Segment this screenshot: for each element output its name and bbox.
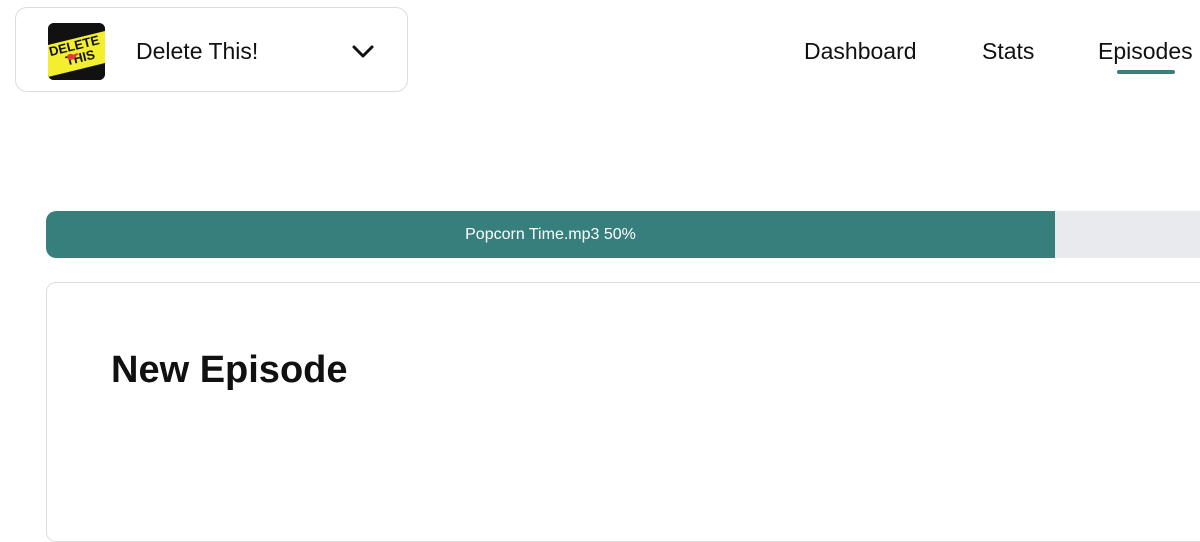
- podcast-name: Delete This!: [136, 38, 259, 64]
- upload-progress-label: Popcorn Time.mp3 50%: [465, 226, 636, 243]
- nav-dashboard[interactable]: Dashboard: [804, 36, 917, 66]
- nav-stats[interactable]: Stats: [982, 36, 1034, 66]
- podcast-selector[interactable]: DELETE THIS Delete This!: [15, 7, 408, 92]
- chevron-down-icon[interactable]: [349, 38, 377, 66]
- page-title: New Episode: [111, 349, 348, 391]
- active-tab-indicator: [1117, 70, 1175, 74]
- episode-form-card: New Episode: [46, 282, 1200, 542]
- upload-progress-bar: Popcorn Time.mp3 50%: [46, 211, 1200, 258]
- nav-episodes[interactable]: Episodes: [1098, 36, 1193, 66]
- podcast-cover-art: DELETE THIS: [48, 23, 105, 80]
